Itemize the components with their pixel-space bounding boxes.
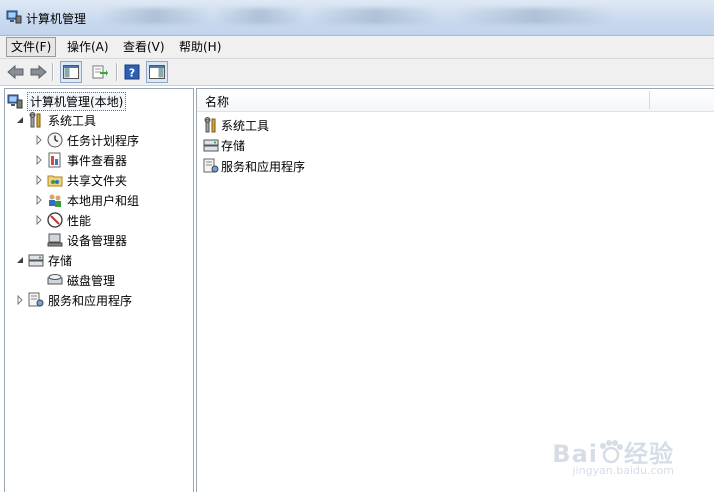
- help-icon[interactable]: ?: [122, 62, 142, 82]
- console-tree[interactable]: 计算机管理(本地) 系统工具 任务计划程序 事件查看器 共享文件夹 本地用户和组…: [4, 88, 194, 492]
- window-title: 计算机管理: [26, 12, 87, 26]
- menu-help[interactable]: 帮助(H): [175, 38, 225, 56]
- tree-item-label: 设备管理器: [67, 233, 128, 248]
- tree-item-task-scheduler[interactable]: 任务计划程序: [34, 130, 139, 150]
- expanded-arrow-icon[interactable]: [15, 115, 25, 125]
- column-divider[interactable]: [649, 91, 650, 109]
- list-column-header[interactable]: 名称: [197, 89, 714, 112]
- tree-item-services-apps[interactable]: 服务和应用程序: [15, 290, 132, 310]
- tree-item-device-manager[interactable]: 设备管理器: [47, 230, 127, 250]
- tree-item-performance[interactable]: 性能: [34, 210, 91, 230]
- tree-item-shared-folders[interactable]: 共享文件夹: [34, 170, 127, 190]
- list-item[interactable]: 服务和应用程序: [203, 156, 305, 176]
- computer-management-icon: [7, 94, 23, 109]
- tree-item-label: 计算机管理(本地): [27, 91, 127, 111]
- export-list-icon[interactable]: [90, 62, 110, 82]
- device-manager-icon: [47, 233, 63, 247]
- clock-icon: [47, 132, 63, 148]
- tools-icon: [204, 117, 216, 133]
- collapsed-arrow-icon[interactable]: [34, 215, 44, 225]
- tree-item-root[interactable]: 计算机管理(本地): [7, 91, 127, 111]
- tree-item-disk-management[interactable]: 磁盘管理: [47, 270, 115, 290]
- paw-icon: [600, 440, 623, 464]
- blurred-title-text-2: [215, 8, 305, 24]
- tree-item-local-users[interactable]: 本地用户和组: [34, 190, 139, 210]
- show-tree-icon[interactable]: [60, 61, 82, 83]
- results-pane[interactable]: 名称 系统工具 存储 服务和应用程序: [196, 88, 714, 492]
- storage-icon: [203, 139, 219, 152]
- tree-item-label: 任务计划程序: [67, 133, 140, 148]
- performance-icon: [47, 212, 63, 228]
- tree-item-label: 存储: [48, 253, 73, 268]
- collapsed-arrow-icon[interactable]: [34, 195, 44, 205]
- tools-icon: [29, 112, 41, 128]
- list-item-label: 服务和应用程序: [221, 159, 306, 174]
- list-item[interactable]: 存储: [203, 135, 245, 155]
- baidu-watermark: Bai 经验 jingyan.baidu.com: [552, 434, 674, 477]
- services-icon: [28, 292, 44, 307]
- show-action-pane-icon[interactable]: [146, 61, 168, 83]
- menu-file[interactable]: 文件(F): [6, 37, 57, 57]
- list-item-label: 存储: [221, 138, 246, 153]
- back-icon[interactable]: [6, 62, 26, 82]
- menu-view[interactable]: 查看(V): [119, 38, 169, 56]
- disk-management-icon: [47, 274, 63, 285]
- users-icon: [49, 194, 61, 207]
- shared-folder-icon: [47, 175, 63, 187]
- column-name-label: 名称: [205, 95, 230, 109]
- tree-item-label: 磁盘管理: [67, 273, 116, 288]
- tree-item-label: 服务和应用程序: [48, 293, 133, 308]
- tree-item-label: 本地用户和组: [67, 193, 140, 208]
- collapsed-arrow-icon[interactable]: [15, 295, 25, 305]
- storage-icon: [28, 254, 44, 267]
- title-bar: 计算机管理: [0, 0, 714, 36]
- tree-item-label: 共享文件夹: [67, 173, 128, 188]
- watermark-url: jingyan.baidu.com: [572, 464, 674, 477]
- computer-management-icon: [6, 10, 22, 24]
- collapsed-arrow-icon[interactable]: [34, 175, 44, 185]
- tree-item-label: 系统工具: [48, 113, 97, 128]
- list-item[interactable]: 系统工具: [203, 115, 269, 135]
- blurred-title-text-3: [310, 8, 440, 24]
- menu-bar: 文件(F) 操作(A) 查看(V) 帮助(H): [0, 36, 714, 59]
- toolbar: ?: [0, 59, 714, 86]
- svg-text:?: ?: [129, 67, 135, 80]
- event-viewer-icon: [48, 152, 61, 168]
- blurred-title-text-4: [455, 8, 615, 24]
- toolbar-separator: [116, 63, 118, 81]
- toolbar-separator: [52, 63, 54, 81]
- expanded-arrow-icon[interactable]: [15, 255, 25, 265]
- services-icon: [203, 158, 219, 173]
- tree-item-system-tools[interactable]: 系统工具: [15, 110, 96, 130]
- collapsed-arrow-icon[interactable]: [34, 155, 44, 165]
- list-item-label: 系统工具: [221, 118, 270, 133]
- blurred-title-text: [100, 8, 210, 24]
- tree-item-label: 性能: [67, 213, 92, 228]
- tree-item-event-viewer[interactable]: 事件查看器: [34, 150, 127, 170]
- forward-icon[interactable]: [28, 62, 48, 82]
- tree-item-label: 事件查看器: [67, 153, 128, 168]
- tree-item-storage[interactable]: 存储: [15, 250, 72, 270]
- menu-action[interactable]: 操作(A): [63, 38, 113, 56]
- collapsed-arrow-icon[interactable]: [34, 135, 44, 145]
